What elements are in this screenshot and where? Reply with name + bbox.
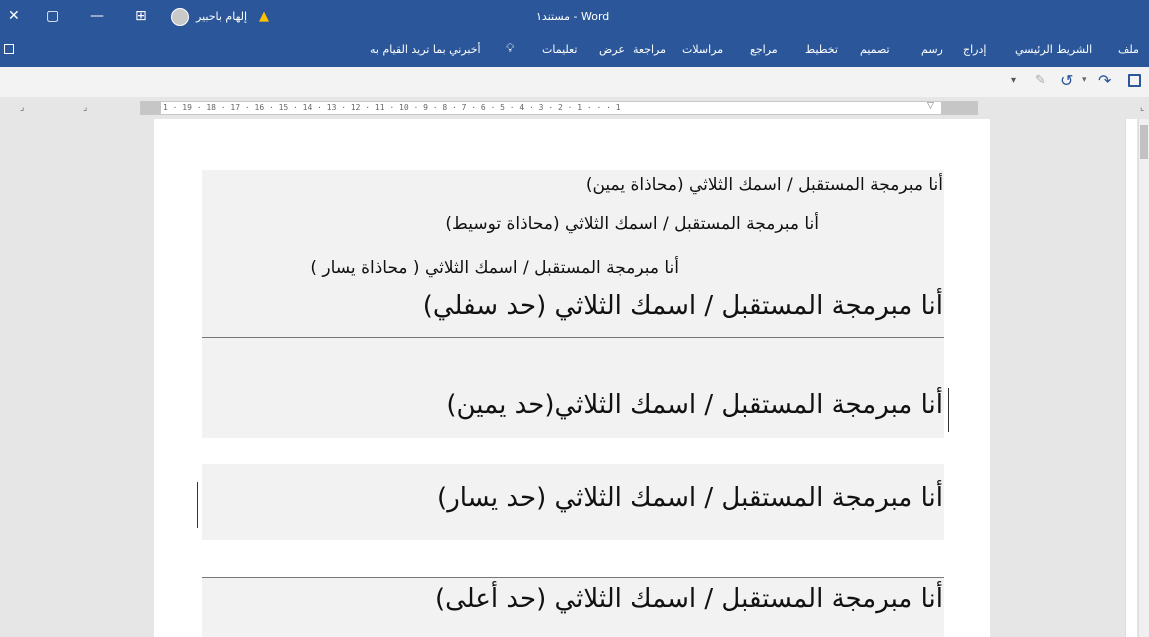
user-name[interactable]: إلهام باحبير [196, 10, 247, 23]
restore-icon[interactable]: ▢ [46, 8, 59, 24]
tab-stop-selector[interactable]: ⌟ [20, 103, 24, 113]
tab-review[interactable]: مراجعة [633, 43, 666, 56]
left-border-bar [197, 482, 198, 528]
tab-references[interactable]: مراجع [750, 43, 778, 56]
tab-draw[interactable]: رسم [921, 43, 943, 56]
avatar-icon[interactable] [171, 8, 189, 26]
tab-layout[interactable]: تخطيط [805, 43, 838, 56]
tab-home[interactable]: الشريط الرئيسي [1015, 43, 1092, 56]
tab-stop-marker[interactable]: ⌟ [83, 103, 87, 113]
customize-qat-icon[interactable]: ▾ [1011, 75, 1016, 86]
right-border-bar [948, 388, 949, 432]
tab-mailings[interactable]: مراسلات [682, 43, 723, 56]
window-title: مستند١ - Word [536, 10, 610, 23]
line-right-aligned[interactable]: أنا مبرمجة المستقبل / اسمك الثلاثي (محاذ… [586, 175, 943, 195]
ribbon-collapse-icon[interactable] [4, 44, 14, 54]
undo-dropdown-icon[interactable]: ▾ [1082, 75, 1087, 85]
save-icon[interactable] [1128, 74, 1141, 87]
vertical-scrollbar[interactable] [1138, 119, 1149, 637]
tab-view[interactable]: عرض [599, 43, 625, 56]
horizontal-ruler[interactable]: 1 · 19 · 18 · 17 · 16 · 15 · 14 · 13 · 1… [140, 101, 978, 115]
vertical-ruler-toggle[interactable]: ⌞ [1140, 103, 1144, 113]
scrollbar-thumb[interactable] [1140, 125, 1148, 159]
ruler-right-margin [941, 102, 977, 114]
line-centered[interactable]: أنا مبرمجة المستقبل / اسمك الثلاثي (محاذ… [445, 214, 819, 234]
tab-insert[interactable]: إدراج [963, 43, 986, 56]
ruler-left-margin [141, 102, 161, 114]
warning-icon[interactable]: ▲ [259, 9, 269, 24]
format-painter-icon[interactable]: ✎ [1035, 73, 1046, 88]
redo-icon[interactable]: ↷ [1098, 71, 1111, 90]
line-left-border[interactable]: أنا مبرمجة المستقبل / اسمك الثلاثي (حد ي… [437, 483, 943, 513]
title-bar: ✕ ▢ — ⊞ إلهام باحبير ▲ مستند١ - Word [0, 0, 1149, 33]
line-bottom-border[interactable]: أنا مبرمجة المستقبل / اسمك الثلاثي (حد س… [423, 291, 943, 321]
close-icon[interactable]: ✕ [8, 8, 20, 24]
undo-icon[interactable]: ↺ [1060, 71, 1073, 90]
line-left-aligned[interactable]: أنا مبرمجة المستقبل / اسمك الثلاثي ( محا… [310, 258, 679, 278]
vertical-ruler[interactable] [1125, 119, 1137, 637]
tell-me-search[interactable]: أخبرني بما تريد القيام به [370, 43, 481, 56]
ribbon-display-options-icon[interactable]: ⊞ [135, 8, 147, 24]
lightbulb-icon: 💡︎ [506, 41, 515, 55]
tab-file[interactable]: ملف [1118, 43, 1139, 56]
line-right-border[interactable]: أنا مبرمجة المستقبل / اسمك الثلاثي(حد يم… [446, 390, 943, 420]
tab-design[interactable]: تصميم [860, 43, 890, 56]
quick-access-toolbar: ▾ ✎ ↺ ▾ ↷ [0, 67, 1149, 97]
shaded-paragraph-right-border [202, 338, 944, 438]
right-indent-marker[interactable]: ▽ [927, 101, 934, 111]
ruler-ticks: 1 · 19 · 18 · 17 · 16 · 15 · 14 · 13 · 1… [163, 103, 621, 112]
tab-help[interactable]: تعليمات [542, 43, 577, 56]
ribbon-tab-bar: أخبرني بما تريد القيام به 💡︎ تعليمات عرض… [0, 33, 1149, 67]
line-top-border[interactable]: أنا مبرمجة المستقبل / اسمك الثلاثي (حد أ… [435, 584, 943, 614]
minimize-icon[interactable]: — [90, 8, 104, 24]
